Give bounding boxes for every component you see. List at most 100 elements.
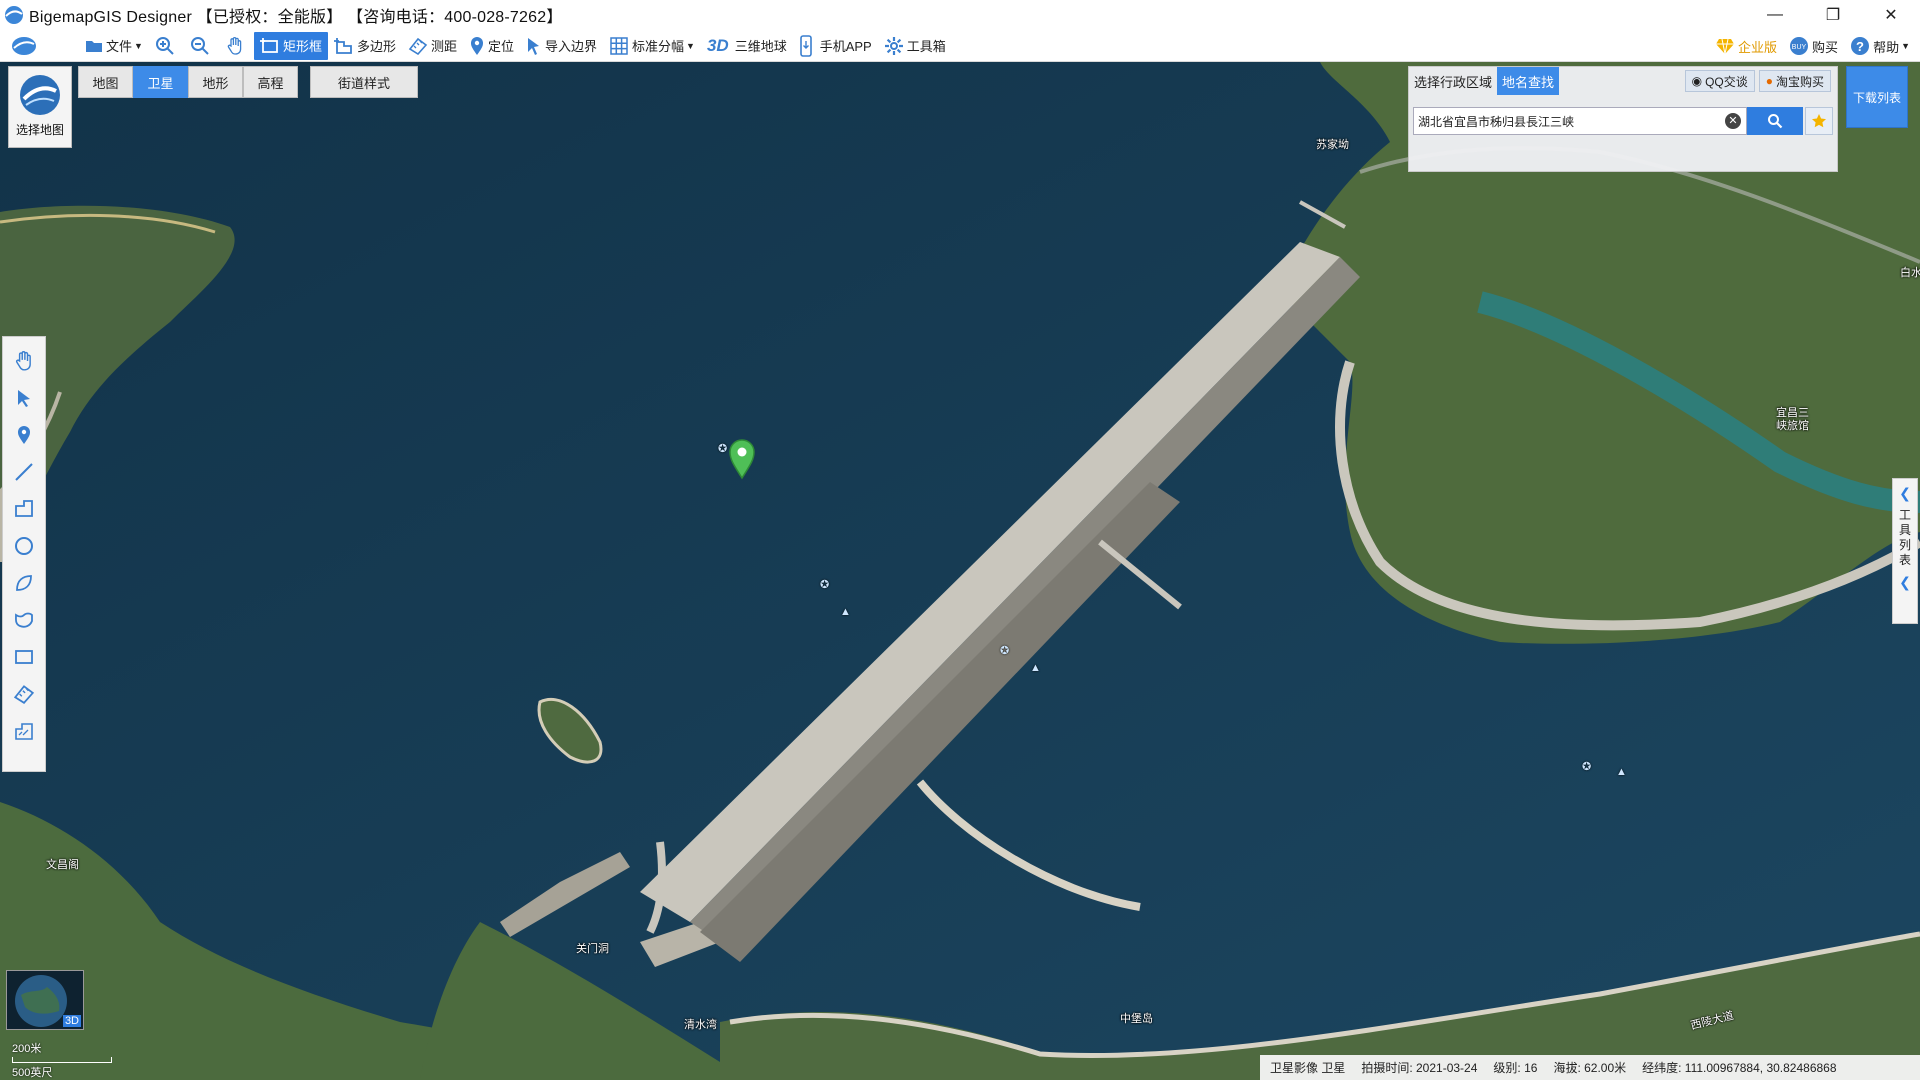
street-style-button[interactable]: 街道样式 — [310, 66, 418, 98]
locate-button[interactable]: 定位 — [463, 32, 520, 60]
map-type-selector[interactable]: 选择地图 — [8, 66, 72, 148]
download-list-button[interactable]: 下载列表 — [1846, 66, 1908, 128]
place-label: 关门洞 — [576, 943, 609, 955]
help-label: 帮助 — [1873, 39, 1900, 55]
buy-icon: BUY — [1790, 37, 1809, 55]
tab-elevation[interactable]: 高程 — [243, 66, 298, 98]
gear-icon — [884, 36, 903, 55]
taobao-buy-button[interactable]: ● 淘宝购买 — [1758, 70, 1831, 92]
help-icon: ? — [1851, 37, 1870, 55]
drawing-toolbar — [2, 336, 46, 772]
tab-terrain[interactable]: 地形 — [188, 66, 243, 98]
tab-select-region[interactable]: 选择行政区域 — [1409, 67, 1497, 95]
hand-icon — [16, 351, 31, 371]
tab-map[interactable]: 地图 — [78, 66, 133, 98]
rectangle-tool[interactable] — [6, 639, 42, 675]
qq-chat-label: QQ交谈 — [1705, 74, 1748, 89]
chevron-left-icon[interactable]: ❮ — [1899, 574, 1911, 591]
chevron-left-icon[interactable]: ❮ — [1899, 485, 1911, 502]
polygon-icon — [333, 37, 352, 54]
area-ruler-icon — [15, 723, 33, 740]
close-button[interactable]: ✕ — [1862, 0, 1920, 30]
tab-place-search[interactable]: 地名查找 — [1497, 67, 1560, 95]
line-tool[interactable] — [6, 454, 42, 490]
zoom-out-button[interactable] — [184, 32, 219, 60]
zoom-in-button[interactable] — [149, 32, 184, 60]
chevron-down-icon: ▼ — [1901, 41, 1910, 51]
tool-list-label: 工具列表 — [1899, 508, 1912, 567]
water-marker-icon: ▲ — [1030, 662, 1041, 674]
polyline-icon — [15, 500, 33, 517]
rect-select-icon — [259, 37, 278, 53]
tool-list-handle[interactable]: ❮ 工具列表 ❮ — [1892, 478, 1918, 624]
arrow-cursor-icon — [18, 390, 30, 407]
pan-button[interactable] — [219, 32, 254, 60]
select-tool[interactable] — [6, 380, 42, 416]
pin-icon — [18, 426, 30, 444]
import-boundary-button[interactable]: 导入边界 — [520, 32, 603, 60]
3d-globe-label: 三维地球 — [734, 39, 787, 54]
status-capture-time: 拍摄时间: 2021-03-24 — [1361, 1061, 1478, 1075]
layer-tabs: 地图 卫星 地形 高程 街道样式 — [78, 66, 418, 98]
3d-globe-button[interactable]: 3D 三维地球 — [701, 32, 793, 60]
restore-button[interactable]: ❐ — [1804, 0, 1862, 30]
buy-button[interactable]: BUY 购买 — [1783, 32, 1844, 60]
title-bar: BigemapGIS Designer 【已授权：全能版】 【咨询电话：400-… — [0, 0, 1920, 30]
place-search-input[interactable] — [1413, 107, 1747, 135]
scale-metric: 200米 — [12, 1043, 42, 1055]
minimize-button[interactable]: — — [1746, 0, 1804, 30]
measure-area-tool[interactable] — [6, 713, 42, 749]
water-marker-icon: ✪ — [820, 579, 830, 591]
circle-tool[interactable] — [6, 528, 42, 564]
water-marker-icon: ▲ — [840, 606, 851, 618]
pan-tool[interactable] — [6, 343, 42, 379]
folder-icon — [86, 40, 102, 52]
help-button[interactable]: ? 帮助 ▼ — [1844, 32, 1916, 60]
circle-icon — [15, 537, 33, 555]
mobile-app-button[interactable]: 手机APP — [793, 32, 878, 60]
file-menu-button[interactable]: 文件 ▼ — [79, 32, 149, 60]
phone-icon — [799, 34, 812, 57]
pin-icon — [470, 36, 483, 55]
grid-icon — [610, 36, 628, 55]
file-menu-label: 文件 — [106, 39, 133, 54]
star-icon — [1812, 114, 1826, 128]
place-label: 中堡岛 — [1120, 1013, 1153, 1025]
toolbox-button[interactable]: 工具箱 — [878, 32, 952, 60]
search-button[interactable] — [1747, 107, 1803, 135]
clear-input-icon[interactable]: ✕ — [1725, 113, 1741, 129]
earth-logo-icon — [20, 75, 60, 115]
polygon-button[interactable]: 多边形 — [328, 32, 402, 60]
marker-tool[interactable] — [6, 417, 42, 453]
toolbox-label: 工具箱 — [906, 39, 946, 54]
freehand-polygon-tool[interactable] — [6, 602, 42, 638]
location-pin-icon[interactable] — [728, 438, 756, 480]
status-source: 卫星影像 卫星 — [1270, 1061, 1346, 1075]
scale-bar: 200米 500英尺 — [12, 1040, 112, 1080]
hand-icon — [227, 36, 242, 55]
place-label: 文昌阁 — [46, 859, 79, 871]
standard-sheet-button[interactable]: 标准分幅 ▼ — [603, 32, 701, 60]
favorite-button[interactable] — [1805, 107, 1833, 135]
ellipse-tool[interactable] — [6, 565, 42, 601]
scale-line — [12, 1057, 112, 1063]
search-icon — [1768, 114, 1783, 129]
overview-minimap[interactable]: 3D — [6, 970, 84, 1030]
polyline-tool[interactable] — [6, 491, 42, 527]
standard-sheet-label: 标准分幅 — [632, 39, 685, 54]
app-menu-icon — [12, 36, 36, 55]
enterprise-button[interactable]: 企业版 — [1709, 32, 1783, 60]
measure-distance-tool[interactable] — [6, 676, 42, 712]
qq-chat-button[interactable]: ◉ QQ交谈 — [1684, 70, 1755, 92]
status-level: 级别: 16 — [1493, 1061, 1538, 1075]
status-coords: 经纬度: 111.00967884, 30.82486868 — [1642, 1061, 1837, 1075]
enterprise-label: 企业版 — [1738, 39, 1778, 55]
taobao-buy-label: 淘宝购买 — [1775, 74, 1824, 89]
line-icon — [15, 463, 33, 481]
tab-satellite[interactable]: 卫星 — [133, 66, 188, 98]
measure-button[interactable]: 测距 — [402, 32, 463, 60]
rect-select-button[interactable]: 矩形框 — [253, 31, 328, 60]
map-canvas[interactable]: 苏家坳 宜昌三峡旅馆 文昌阁 关门洞 清水湾 中堡岛 西陵大道 白水 ✪ ✪ ▲… — [0, 62, 1920, 1080]
app-menu-button[interactable] — [0, 32, 51, 60]
3d-badge[interactable]: 3D — [62, 1015, 81, 1027]
